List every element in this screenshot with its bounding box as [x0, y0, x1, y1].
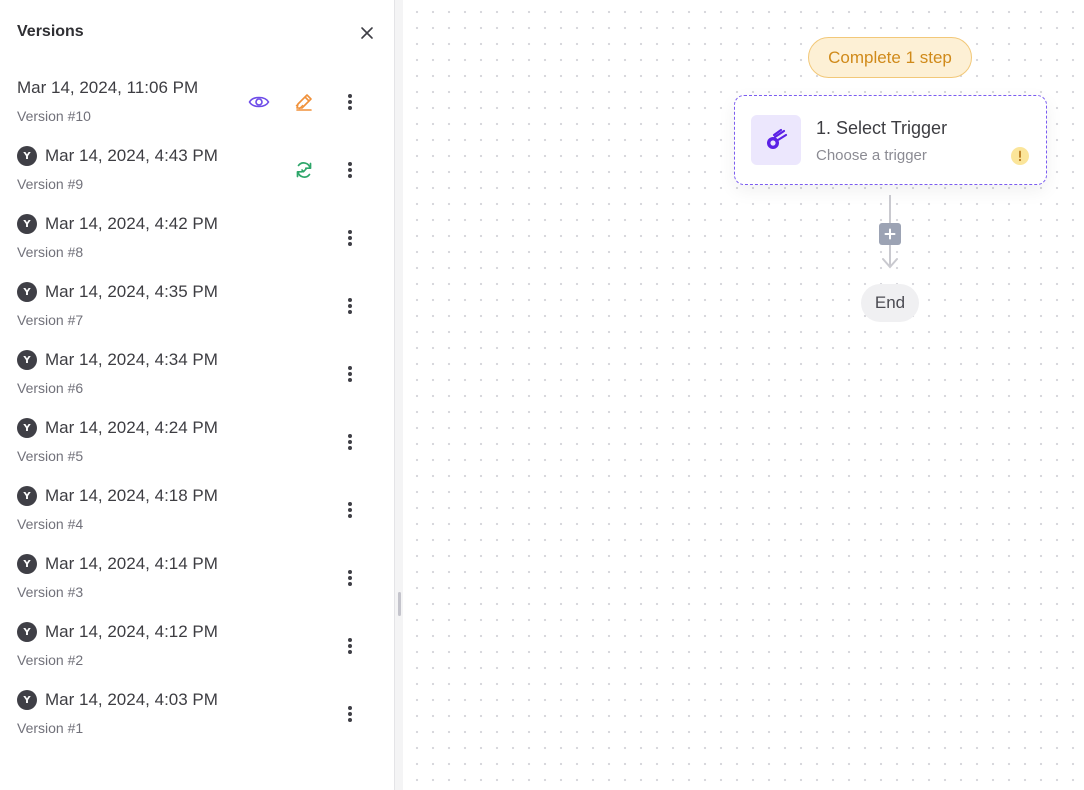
version-actions — [0, 430, 395, 456]
version-item[interactable]: Y Mar 14, 2024, 4:43 PM Version #9 — [0, 138, 395, 206]
version-actions — [0, 566, 395, 592]
more-vertical-icon — [348, 298, 352, 314]
edit-icon — [295, 94, 312, 111]
version-actions — [0, 634, 395, 660]
more-options-button[interactable] — [338, 702, 362, 726]
more-vertical-icon — [348, 94, 352, 110]
trigger-icon — [751, 115, 801, 165]
restore-icon — [296, 162, 312, 178]
more-vertical-icon — [348, 570, 352, 586]
version-item[interactable]: Y Mar 14, 2024, 4:35 PM Version #7 — [0, 274, 395, 342]
version-actions — [0, 362, 395, 388]
more-vertical-icon — [348, 366, 352, 382]
more-vertical-icon — [348, 434, 352, 450]
warning-icon — [1011, 147, 1029, 165]
version-actions — [0, 158, 395, 184]
more-options-button[interactable] — [338, 566, 362, 590]
more-vertical-icon — [348, 706, 352, 722]
version-item[interactable]: Y Mar 14, 2024, 4:18 PM Version #4 — [0, 478, 395, 546]
more-vertical-icon — [348, 638, 352, 654]
edit-version-button[interactable] — [292, 90, 316, 114]
more-vertical-icon — [348, 502, 352, 518]
more-options-button[interactable] — [338, 362, 362, 386]
version-item[interactable]: Mar 14, 2024, 11:06 PM Version #10 — [0, 70, 395, 138]
more-options-button[interactable] — [338, 158, 362, 182]
add-step-button[interactable] — [879, 223, 901, 245]
resizer-handle[interactable] — [398, 592, 401, 616]
version-item[interactable]: Y Mar 14, 2024, 4:12 PM Version #2 — [0, 614, 395, 682]
version-item[interactable]: Y Mar 14, 2024, 4:03 PM Version #1 — [0, 682, 395, 750]
end-node: End — [861, 284, 919, 322]
more-options-button[interactable] — [338, 634, 362, 658]
more-options-button[interactable] — [338, 430, 362, 454]
trigger-subtitle: Choose a trigger — [816, 147, 927, 164]
close-icon — [361, 27, 373, 39]
status-badge: Complete 1 step — [808, 37, 972, 78]
more-vertical-icon — [348, 162, 352, 178]
trigger-step-card[interactable]: 1. Select Trigger Choose a trigger — [734, 95, 1047, 185]
versions-sidebar: Versions Mar 14, 2024, 11:06 PM Version #… — [0, 0, 395, 790]
version-item[interactable]: Y Mar 14, 2024, 4:42 PM Version #8 — [0, 206, 395, 274]
meteor-icon — [767, 128, 788, 149]
version-item[interactable]: Y Mar 14, 2024, 4:14 PM Version #3 — [0, 546, 395, 614]
sidebar-header: Versions — [17, 20, 394, 44]
restore-version-button[interactable] — [292, 158, 316, 182]
plus-icon — [884, 228, 896, 240]
panel-resizer[interactable] — [395, 0, 403, 790]
more-options-button[interactable] — [338, 498, 362, 522]
version-actions — [0, 90, 395, 116]
more-vertical-icon — [348, 230, 352, 246]
version-item[interactable]: Y Mar 14, 2024, 4:24 PM Version #5 — [0, 410, 395, 478]
more-options-button[interactable] — [338, 90, 362, 114]
more-options-button[interactable] — [338, 294, 362, 318]
version-list: Mar 14, 2024, 11:06 PM Version #10 Y Mar 14… — [0, 70, 395, 750]
version-actions — [0, 226, 395, 252]
close-button[interactable] — [358, 24, 376, 42]
version-actions — [0, 294, 395, 320]
trigger-title: 1. Select Trigger — [816, 118, 948, 138]
arrow-down-icon — [882, 258, 898, 269]
version-item[interactable]: Y Mar 14, 2024, 4:34 PM Version #6 — [0, 342, 395, 410]
version-actions — [0, 498, 395, 524]
more-options-button[interactable] — [338, 226, 362, 250]
view-version-button[interactable] — [247, 90, 271, 114]
sidebar-title: Versions — [17, 23, 84, 40]
version-actions — [0, 702, 395, 728]
eye-icon — [248, 96, 270, 108]
